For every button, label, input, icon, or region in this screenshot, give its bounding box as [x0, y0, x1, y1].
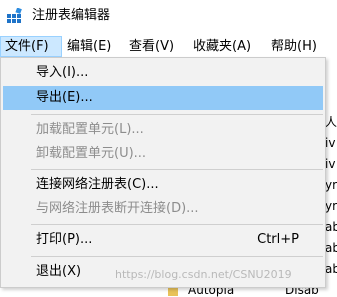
value-name-fragment[interactable]: yr	[325, 175, 337, 196]
menu-view[interactable]: 查看(V)	[129, 36, 174, 57]
menu-item-disconnect-network-registry[interactable]: 与网络注册表断开连接(D)...	[3, 197, 323, 221]
menu-separator	[31, 256, 323, 257]
value-name-fragment[interactable]: 人	[325, 112, 337, 133]
menu-favorites[interactable]: 收藏夹(A)	[193, 36, 251, 57]
value-name-fragment[interactable]: yr	[325, 196, 337, 217]
menu-item-label: 加载配置单元(L)...	[36, 122, 144, 137]
menu-item-export[interactable]: 导出(E)...	[3, 86, 323, 110]
value-name-fragment[interactable]: ab	[325, 217, 337, 238]
value-name-fragment[interactable]: iv	[325, 133, 337, 154]
file-menu-dropdown: 导入(I)... 导出(E)... 加载配置单元(L)... 卸载配置单元(U)…	[0, 57, 326, 288]
watermark: https://blog.csdn.net/CSNU2019	[115, 268, 292, 281]
menu-item-label: 卸载配置单元(U)...	[36, 146, 147, 161]
value-name-fragment[interactable]: ab	[325, 259, 337, 280]
menu-item-label: 连接网络注册表(C)...	[36, 177, 159, 192]
menu-separator	[31, 224, 323, 225]
menu-item-label: 与网络注册表断开连接(D)...	[36, 201, 199, 216]
value-name-fragment[interactable]: iv	[325, 154, 337, 175]
menu-help[interactable]: 帮助(H)	[271, 36, 317, 57]
menu-separator	[31, 169, 323, 170]
menu-item-load-hive[interactable]: 加载配置单元(L)...	[3, 118, 323, 142]
menu-item-label: 打印(P)...	[36, 232, 93, 247]
title-bar: 注册表编辑器	[0, 0, 337, 33]
value-name-fragment[interactable]: ab	[325, 238, 337, 259]
menu-file[interactable]: 文件(F)	[0, 36, 62, 57]
menu-edit[interactable]: 编辑(E)	[67, 36, 111, 57]
registry-editor-icon	[7, 7, 23, 24]
window-title: 注册表编辑器	[32, 8, 111, 23]
menu-item-label: 退出(X)	[36, 264, 82, 279]
menu-item-connect-network-registry[interactable]: 连接网络注册表(C)...	[3, 173, 323, 197]
menu-separator	[31, 114, 323, 115]
menu-item-label: 导出(E)...	[36, 90, 93, 105]
menu-item-shortcut: Ctrl+P	[257, 232, 299, 247]
menu-item-print[interactable]: 打印(P)... Ctrl+P	[3, 228, 323, 252]
values-pane-fragment: 人 iv iv yr yr ab ab ab	[325, 112, 337, 297]
menu-bar: 文件(F) 编辑(E) 查看(V) 收藏夹(A) 帮助(H)	[0, 36, 337, 57]
menu-item-label: 导入(I)...	[36, 65, 89, 80]
menu-item-import[interactable]: 导入(I)...	[3, 61, 323, 85]
menu-item-unload-hive[interactable]: 卸载配置单元(U)...	[3, 142, 323, 166]
